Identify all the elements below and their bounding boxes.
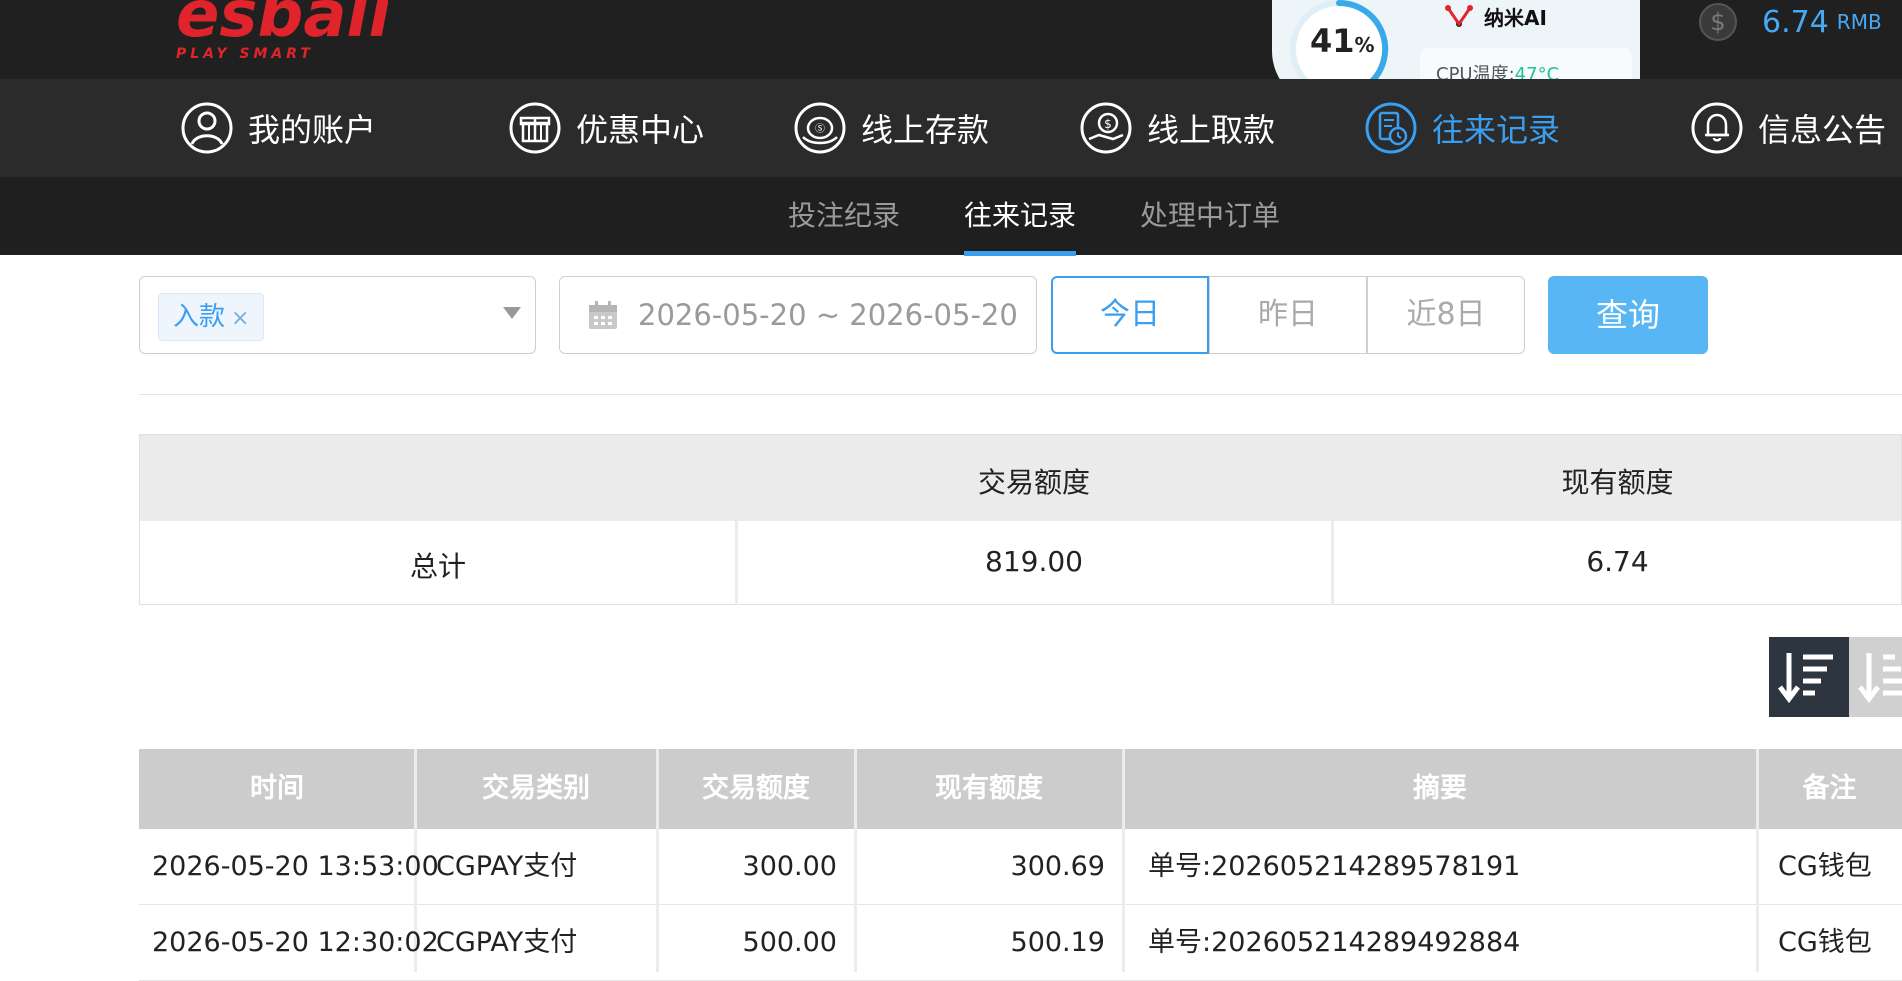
- sort-descending-button[interactable]: [1769, 637, 1849, 717]
- user-icon: [181, 102, 233, 154]
- sort-ascending-icon: [1858, 653, 1902, 704]
- cell-remark: CG钱包: [1778, 851, 1872, 882]
- nav-announcements[interactable]: 信息公告: [1690, 79, 1886, 177]
- cell-time: 2026-05-20 12:30:02: [152, 927, 439, 958]
- transaction-type-select[interactable]: 入款 ×: [139, 276, 536, 354]
- nav-label: 我的账户: [248, 111, 377, 149]
- col-amount: 交易额度: [702, 773, 810, 804]
- col-summary: 摘要: [1413, 773, 1467, 804]
- today-button[interactable]: 今日: [1051, 276, 1209, 354]
- summary-total-amount: 819.00: [985, 545, 1083, 578]
- nav-label: 线上存款: [861, 111, 990, 149]
- sort-ascending-button[interactable]: [1849, 637, 1902, 717]
- cpu-usage-percent: 41%: [1310, 22, 1375, 60]
- query-button[interactable]: 查询: [1548, 276, 1708, 354]
- nav-online-withdraw[interactable]: $ 线上取款: [1079, 79, 1275, 177]
- cell-amount: 300.00: [742, 851, 837, 882]
- nav-online-deposit[interactable]: Ⓢ 线上存款: [793, 79, 989, 177]
- col-remark: 备注: [1802, 773, 1857, 804]
- svg-text:esball+: esball+: [176, 0, 388, 52]
- cell-remark: CG钱包: [1778, 927, 1872, 958]
- divider: [139, 394, 1902, 395]
- col-time: 时间: [250, 773, 304, 804]
- summary-table: 交易额度 现有额度 总计 819.00 6.74: [139, 434, 1902, 605]
- summary-total-label: 总计: [409, 550, 466, 583]
- date-range-picker[interactable]: 2026-05-20 ~ 2026-05-20: [559, 276, 1037, 354]
- cell-time: 2026-05-20 13:53:00: [152, 851, 439, 882]
- nav-label: 线上取款: [1147, 111, 1276, 149]
- svg-text:$: $: [1104, 117, 1112, 131]
- nav-label: 优惠中心: [576, 111, 705, 149]
- tab-bet-records[interactable]: 投注纪录: [788, 177, 900, 255]
- dollar-icon: $: [1699, 3, 1737, 41]
- selected-type-tag: 入款 ×: [158, 293, 265, 341]
- summary-total-balance: 6.74: [1586, 545, 1649, 578]
- col-type: 交易类别: [482, 773, 590, 804]
- svg-text:PLAY SMART: PLAY SMART: [176, 46, 314, 62]
- cell-balance: 500.19: [1010, 927, 1105, 958]
- ai-name: 纳米AI: [1484, 6, 1547, 30]
- cell-type: CGPAY支付: [436, 851, 578, 882]
- col-balance: 现有额度: [935, 773, 1043, 804]
- date-range-value: 2026-05-20 ~ 2026-05-20: [638, 298, 1018, 332]
- tag-label: 入款: [173, 302, 226, 332]
- svg-text:$: $: [1710, 8, 1725, 36]
- cell-type: CGPAY支付: [436, 927, 578, 958]
- cell-summary: 单号:202605214289578191: [1148, 851, 1521, 882]
- sub-nav: [0, 177, 1902, 255]
- nav-label: 往来记录: [1432, 111, 1561, 149]
- summary-header-balance: 现有额度: [1561, 466, 1674, 499]
- cell-balance: 300.69: [1010, 851, 1105, 882]
- balance-amount: 6.74: [1762, 4, 1829, 40]
- tab-transaction-records[interactable]: 往来记录: [964, 177, 1076, 255]
- yesterday-button[interactable]: 昨日: [1209, 276, 1367, 354]
- column-divider: [1122, 749, 1125, 972]
- nav-transaction-records[interactable]: 往来记录: [1364, 79, 1560, 177]
- tag-remove-icon[interactable]: ×: [231, 306, 249, 331]
- nav-my-account[interactable]: 我的账户: [180, 79, 376, 177]
- summary-header-amount: 交易额度: [977, 466, 1090, 499]
- records-icon: [1365, 102, 1417, 154]
- balance-display: $ 6.74 RMB: [1698, 0, 1882, 44]
- bell-icon: [1691, 102, 1743, 154]
- balance-currency: RMB: [1836, 10, 1882, 34]
- deposit-icon: Ⓢ: [794, 102, 846, 154]
- nav-label: 信息公告: [1758, 111, 1887, 149]
- brand-logo[interactable]: esball+ PLAY SMART: [176, 0, 444, 66]
- column-divider: [1756, 749, 1759, 972]
- nav-promotions[interactable]: 优惠中心: [508, 79, 704, 177]
- calendar-icon: [589, 301, 617, 329]
- active-tab-indicator: [964, 251, 1076, 256]
- svg-text:Ⓢ: Ⓢ: [815, 123, 825, 135]
- withdraw-icon: $: [1080, 102, 1132, 154]
- chevron-down-icon[interactable]: [503, 307, 521, 319]
- cell-amount: 500.00: [742, 927, 837, 958]
- cell-summary: 单号:202605214289492884: [1148, 927, 1521, 958]
- last-8-days-button[interactable]: 近8日: [1367, 276, 1525, 354]
- nano-ai-logo-icon: [1445, 5, 1473, 27]
- gift-icon: [509, 102, 561, 154]
- sort-descending-icon: [1778, 653, 1833, 704]
- tab-pending-orders[interactable]: 处理中订单: [1140, 177, 1280, 255]
